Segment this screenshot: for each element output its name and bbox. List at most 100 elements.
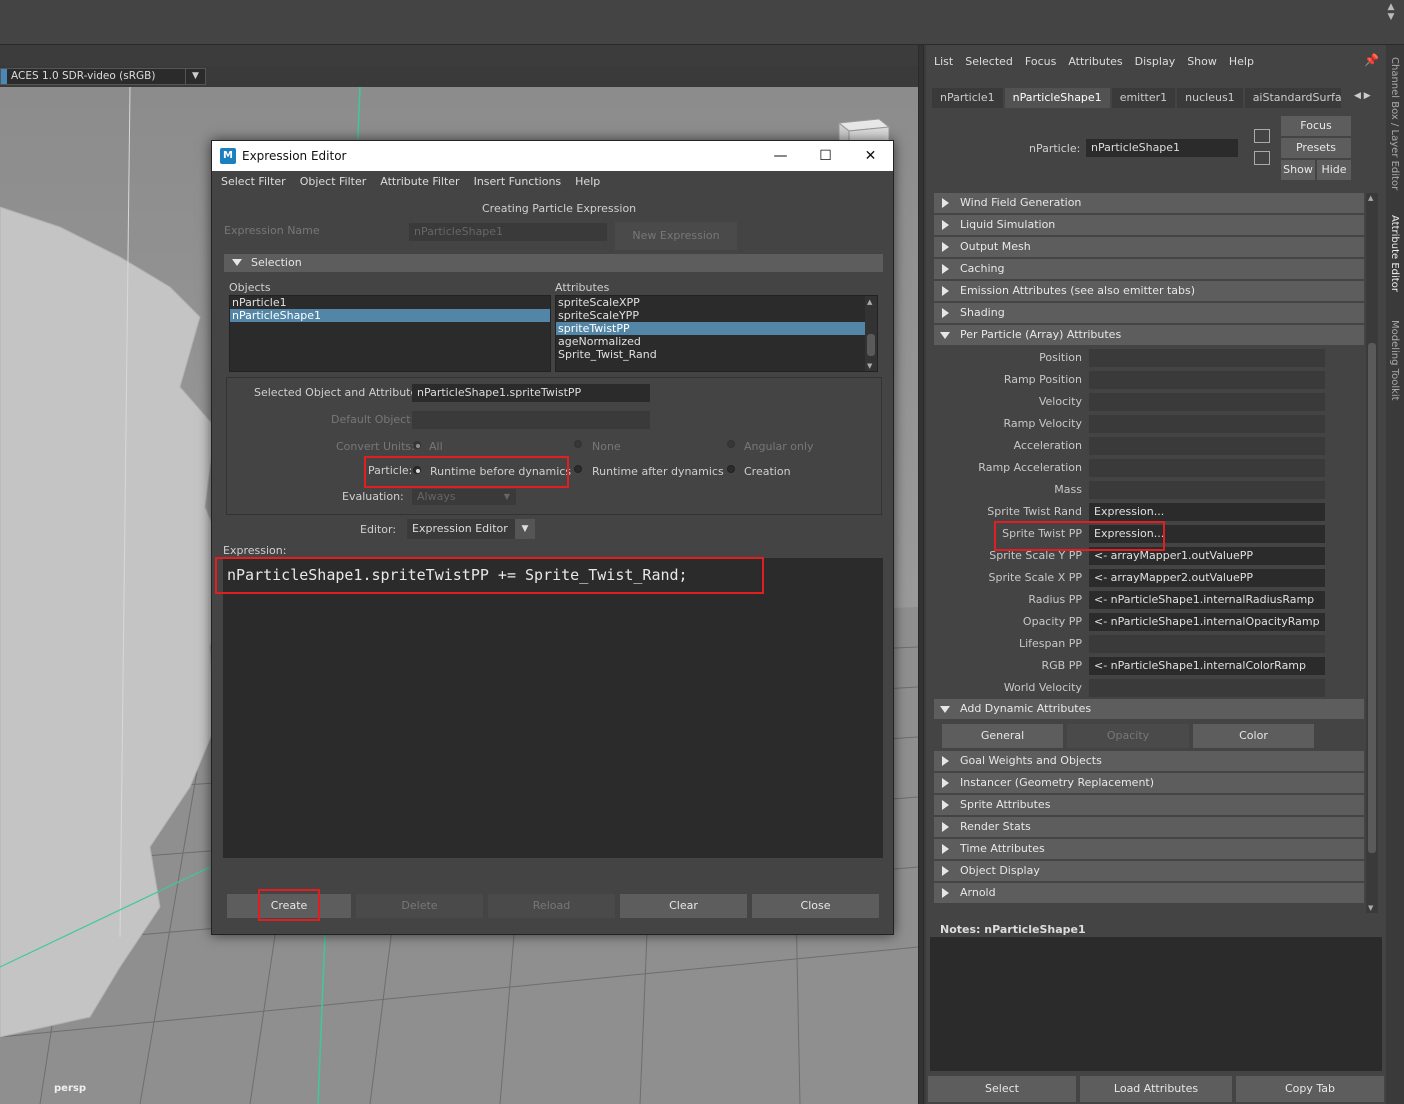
hide-button[interactable]: Hide: [1317, 160, 1351, 180]
chevron-down-icon[interactable]: ▼: [185, 69, 205, 84]
panel-splitter[interactable]: [918, 45, 924, 1104]
menu-insert-functions[interactable]: Insert Functions: [474, 175, 562, 188]
node-name-field[interactable]: nParticleShape1: [1086, 139, 1238, 157]
attr-field[interactable]: [1089, 371, 1325, 389]
tab-attribute-editor[interactable]: Attribute Editor: [1389, 215, 1400, 292]
new-expression-button[interactable]: New Expression: [615, 222, 737, 250]
attr-field[interactable]: Expression...: [1089, 503, 1325, 521]
tab-nparticle1[interactable]: nParticle1: [932, 88, 1003, 108]
toolbar-scroll-arrows-icon[interactable]: ▲ ▼: [1384, 2, 1398, 34]
convert-angular-radio[interactable]: [727, 440, 735, 448]
section-object-display[interactable]: Object Display: [934, 861, 1364, 881]
close-icon[interactable]: ✕: [848, 141, 893, 171]
list-item[interactable]: ageNormalized: [556, 335, 877, 348]
list-item[interactable]: Sprite_Twist_Rand: [556, 348, 877, 361]
scroll-up-icon[interactable]: ▲: [1368, 194, 1373, 202]
section-caching[interactable]: Caching: [934, 259, 1364, 279]
attr-field[interactable]: <- arrayMapper2.outValuePP: [1089, 569, 1325, 587]
menu-selected[interactable]: Selected: [965, 55, 1013, 68]
attr-field[interactable]: [1089, 437, 1325, 455]
list-item[interactable]: spriteScaleYPP: [556, 309, 877, 322]
tab-emitter1[interactable]: emitter1: [1111, 88, 1176, 108]
attr-field[interactable]: [1089, 679, 1325, 697]
menu-help[interactable]: Help: [1229, 55, 1254, 68]
general-button[interactable]: General: [942, 724, 1063, 748]
chevron-down-icon[interactable]: ▼: [515, 519, 535, 539]
evaluation-dropdown[interactable]: Always ▼: [412, 489, 516, 505]
section-goal-weights[interactable]: Goal Weights and Objects: [934, 751, 1364, 771]
attr-field[interactable]: [1089, 481, 1325, 499]
menu-attributes[interactable]: Attributes: [1068, 55, 1122, 68]
scroll-thumb[interactable]: [867, 334, 875, 356]
menu-focus[interactable]: Focus: [1025, 55, 1056, 68]
section-per-particle-attributes[interactable]: Per Particle (Array) Attributes: [934, 325, 1364, 345]
copy-tab-icon[interactable]: [1254, 151, 1270, 165]
delete-button[interactable]: Delete: [356, 894, 483, 918]
list-item[interactable]: spriteScaleXPP: [556, 296, 877, 309]
menu-help[interactable]: Help: [575, 175, 600, 188]
attr-field[interactable]: <- nParticleShape1.internalColorRamp: [1089, 657, 1325, 675]
close-button[interactable]: Close: [752, 894, 879, 918]
section-sprite-attributes[interactable]: Sprite Attributes: [934, 795, 1364, 815]
window-titlebar[interactable]: M Expression Editor — ☐ ✕: [212, 141, 893, 171]
copy-tab-button[interactable]: Copy Tab: [1236, 1076, 1384, 1102]
pin-icon[interactable]: 📌: [1364, 53, 1379, 67]
convert-none-radio[interactable]: [574, 440, 582, 448]
attr-field[interactable]: [1089, 415, 1325, 433]
scroll-up-icon[interactable]: ▲: [867, 298, 872, 306]
show-button[interactable]: Show: [1281, 160, 1315, 180]
color-space-dropdown[interactable]: ACES 1.0 SDR-video (sRGB) ▼: [0, 68, 206, 85]
attributes-scrollbar[interactable]: ▲ ▼: [865, 296, 877, 371]
editor-type-dropdown[interactable]: Expression Editor ▼: [407, 519, 535, 539]
attribute-scrollbar[interactable]: ▲ ▼: [1366, 193, 1378, 913]
section-render-stats[interactable]: Render Stats: [934, 817, 1364, 837]
attr-field[interactable]: [1089, 635, 1325, 653]
expression-name-field[interactable]: nParticleShape1: [409, 223, 607, 241]
minimize-icon[interactable]: —: [758, 141, 803, 171]
list-item[interactable]: nParticleShape1: [230, 309, 550, 322]
tab-modeling-toolkit[interactable]: Modeling Toolkit: [1389, 320, 1400, 401]
menu-list[interactable]: List: [934, 55, 953, 68]
tab-scroll-arrows-icon[interactable]: ◀ ▶: [1354, 91, 1371, 101]
menu-show[interactable]: Show: [1187, 55, 1217, 68]
maximize-icon[interactable]: ☐: [803, 141, 848, 171]
list-item[interactable]: nParticle1: [230, 296, 550, 309]
tab-aistandardsurface[interactable]: aiStandardSurface: [1244, 88, 1341, 108]
section-output-mesh[interactable]: Output Mesh: [934, 237, 1364, 257]
section-arnold[interactable]: Arnold: [934, 883, 1364, 903]
tab-nucleus1[interactable]: nucleus1: [1177, 88, 1243, 108]
default-object-field[interactable]: [412, 411, 650, 429]
presets-button[interactable]: Presets: [1281, 138, 1351, 158]
section-time-attributes[interactable]: Time Attributes: [934, 839, 1364, 859]
color-button[interactable]: Color: [1193, 724, 1314, 748]
section-emission-attributes[interactable]: Emission Attributes (see also emitter ta…: [934, 281, 1364, 301]
menu-attribute-filter[interactable]: Attribute Filter: [380, 175, 459, 188]
section-add-dynamic-attributes[interactable]: Add Dynamic Attributes: [934, 699, 1364, 719]
expression-text-area[interactable]: nParticleShape1.spriteTwistPP += Sprite_…: [223, 558, 883, 858]
objects-list[interactable]: nParticle1 nParticleShape1: [229, 295, 551, 372]
menu-display[interactable]: Display: [1135, 55, 1176, 68]
scroll-thumb[interactable]: [1368, 343, 1376, 853]
attr-field[interactable]: <- nParticleShape1.internalOpacityRamp: [1089, 613, 1325, 631]
opacity-button[interactable]: Opacity: [1067, 724, 1189, 748]
load-selected-icon[interactable]: [1254, 129, 1270, 143]
section-shading[interactable]: Shading: [934, 303, 1364, 323]
attr-field[interactable]: <- nParticleShape1.internalRadiusRamp: [1089, 591, 1325, 609]
section-instancer[interactable]: Instancer (Geometry Replacement): [934, 773, 1364, 793]
clear-button[interactable]: Clear: [620, 894, 747, 918]
select-button[interactable]: Select: [928, 1076, 1076, 1102]
attributes-list[interactable]: spriteScaleXPP spriteScaleYPP spriteTwis…: [555, 295, 878, 372]
scroll-down-icon[interactable]: ▼: [867, 362, 872, 370]
menu-select-filter[interactable]: Select Filter: [221, 175, 286, 188]
scroll-down-icon[interactable]: ▼: [1368, 904, 1373, 912]
load-attributes-button[interactable]: Load Attributes: [1080, 1076, 1232, 1102]
list-item[interactable]: spriteTwistPP: [556, 322, 877, 335]
section-liquid-simulation[interactable]: Liquid Simulation: [934, 215, 1364, 235]
focus-button[interactable]: Focus: [1281, 116, 1351, 136]
selected-object-attribute-field[interactable]: nParticleShape1.spriteTwistPP: [412, 384, 650, 402]
selection-section-header[interactable]: Selection: [224, 254, 883, 272]
attr-field[interactable]: [1089, 459, 1325, 477]
creation-radio[interactable]: [727, 465, 735, 473]
attr-field[interactable]: [1089, 393, 1325, 411]
reload-button[interactable]: Reload: [488, 894, 615, 918]
